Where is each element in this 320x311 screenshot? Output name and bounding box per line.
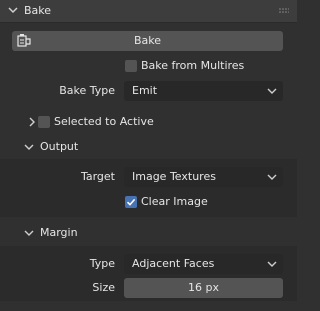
- panel-title: Bake: [24, 4, 52, 17]
- drag-handle-icon[interactable]: [279, 8, 289, 14]
- margin-title: Margin: [40, 226, 78, 239]
- chevron-down-icon: [24, 230, 34, 236]
- bake-from-multires-checkbox[interactable]: [125, 60, 137, 72]
- bake-from-multires-label: Bake from Multires: [141, 59, 245, 72]
- bake-panel: Bake Bake Bake from Multires Bake Type E…: [0, 0, 297, 311]
- bake-type-dropdown[interactable]: Emit: [124, 81, 283, 101]
- chevron-down-icon: [8, 7, 18, 14]
- margin-type-label: Type: [89, 257, 115, 270]
- margin-type-value: Adjacent Faces: [132, 257, 215, 270]
- output-title: Output: [40, 140, 79, 153]
- selected-to-active-label: Selected to Active: [54, 115, 154, 128]
- chevron-right-icon: [29, 117, 35, 127]
- clear-image-label: Clear Image: [141, 195, 208, 208]
- target-label: Target: [80, 170, 115, 183]
- target-dropdown[interactable]: Image Textures: [124, 167, 283, 187]
- bake-button-label: Bake: [133, 34, 162, 47]
- margin-size-value: 16 px: [188, 281, 219, 294]
- chevron-down-icon: [24, 144, 34, 150]
- chevron-down-icon: [267, 261, 277, 267]
- bake-type-label: Bake Type: [59, 84, 115, 97]
- margin-size-label: Size: [92, 281, 115, 294]
- margin-type-dropdown[interactable]: Adjacent Faces: [124, 254, 283, 274]
- margin-size-field[interactable]: 16 px: [124, 278, 283, 298]
- target-value: Image Textures: [132, 170, 216, 183]
- bake-type-value: Emit: [132, 84, 158, 97]
- bake-panel-header[interactable]: Bake: [0, 0, 297, 23]
- chevron-down-icon: [267, 174, 277, 180]
- chevron-down-icon: [267, 88, 277, 94]
- checkmark-icon: [126, 198, 136, 206]
- clear-image-checkbox[interactable]: [125, 196, 137, 208]
- selected-to-active-checkbox[interactable]: [38, 116, 50, 128]
- bake-button[interactable]: Bake: [12, 31, 283, 51]
